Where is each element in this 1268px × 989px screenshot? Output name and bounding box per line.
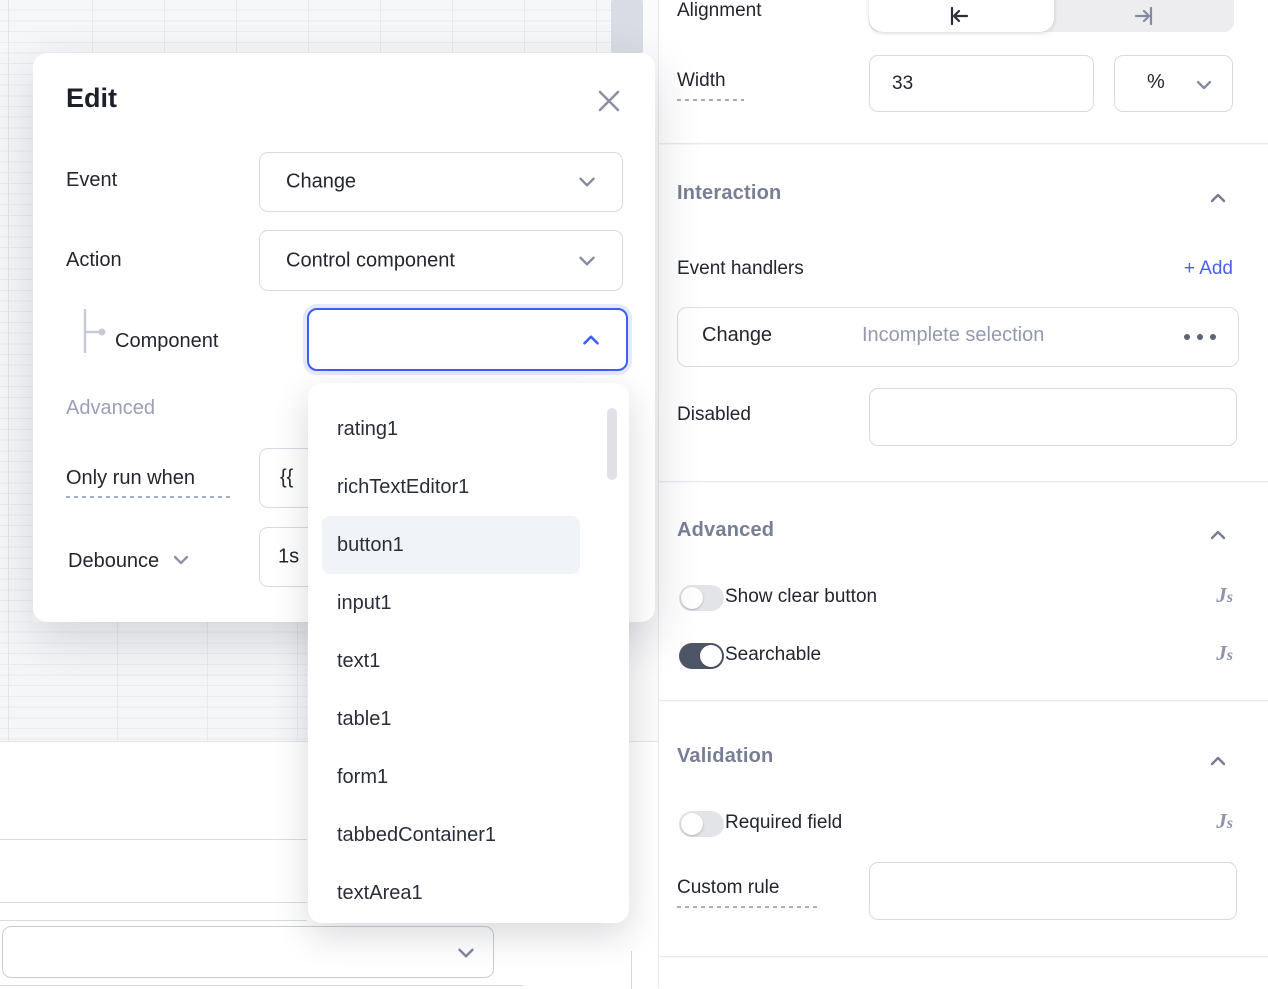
component-dropdown-list: rating1 richTextEditor1 button1 input1 t…: [308, 383, 629, 923]
only-run-when-underline: [66, 496, 233, 498]
event-select-value: Change: [286, 171, 356, 194]
canvas-line: [0, 902, 307, 903]
chevron-down-icon[interactable]: [169, 548, 193, 572]
advanced-section-label: Advanced: [66, 397, 155, 420]
chevron-down-icon: [1192, 73, 1216, 97]
more-options-icon[interactable]: [1184, 334, 1216, 340]
section-title-interaction: Interaction: [677, 182, 781, 205]
canvas-line: [0, 839, 307, 840]
chevron-down-icon: [574, 169, 600, 195]
debounce-value: 1s: [278, 546, 299, 569]
add-event-handler-button[interactable]: + Add: [1184, 258, 1233, 280]
event-label: Event: [66, 169, 117, 192]
custom-rule-input[interactable]: [869, 862, 1237, 920]
custom-rule-underline: [677, 906, 819, 908]
width-label: Width: [677, 70, 726, 92]
only-run-when-label: Only run when: [66, 467, 195, 490]
chevron-down-icon: [574, 248, 600, 274]
modal-title: Edit: [66, 83, 117, 114]
show-clear-button-toggle[interactable]: [679, 585, 724, 611]
searchable-label: Searchable: [725, 644, 821, 666]
list-item[interactable]: text1: [308, 632, 629, 690]
collapse-interaction-button[interactable]: [1206, 186, 1230, 210]
event-select[interactable]: Change: [259, 152, 623, 212]
action-select-value: Control component: [286, 249, 455, 272]
align-right-button[interactable]: [1132, 4, 1156, 28]
plus-icon: +: [1184, 258, 1195, 279]
tree-branch-icon: [81, 309, 111, 358]
section-title-advanced: Advanced: [677, 519, 774, 542]
width-input-value[interactable]: [870, 56, 1115, 111]
required-field-toggle[interactable]: [679, 811, 724, 837]
width-input[interactable]: [869, 55, 1094, 112]
align-left-button[interactable]: [947, 4, 971, 28]
only-run-when-value: {{: [280, 467, 293, 490]
required-field-label: Required field: [725, 812, 842, 834]
close-icon[interactable]: [591, 83, 627, 124]
canvas-select-component[interactable]: [2, 926, 494, 978]
dropdown-scrollbar[interactable]: [607, 408, 617, 480]
collapse-advanced-button[interactable]: [1206, 523, 1230, 547]
list-item[interactable]: table1: [308, 690, 629, 748]
js-fx-icon[interactable]: Js: [1216, 641, 1233, 666]
section-title-validation: Validation: [677, 745, 773, 768]
alignment-segmented-control: [869, 0, 1234, 32]
handler-status: Incomplete selection: [862, 324, 1044, 347]
toggle-knob: [681, 813, 703, 835]
show-clear-button-label: Show clear button: [725, 586, 877, 608]
chevron-down-icon: [453, 940, 479, 966]
divider: [659, 700, 1268, 701]
canvas-line: [0, 920, 307, 921]
searchable-toggle[interactable]: [679, 643, 724, 669]
align-left-icon: [947, 15, 971, 32]
list-item[interactable]: richTextEditor1: [308, 458, 629, 516]
debounce-label-text: Debounce: [68, 550, 159, 572]
alignment-label: Alignment: [677, 0, 762, 22]
collapse-validation-button[interactable]: [1206, 749, 1230, 773]
list-item[interactable]: input1: [308, 574, 629, 632]
app-root: Alignment Width % In: [0, 0, 1268, 988]
inspector-panel: Alignment Width % In: [658, 0, 1268, 988]
canvas-scrollbar[interactable]: [611, 0, 643, 53]
width-label-underline: [677, 99, 744, 101]
list-item-highlighted[interactable]: button1: [322, 516, 580, 574]
list-item[interactable]: form1: [308, 748, 629, 806]
custom-rule-label: Custom rule: [677, 877, 779, 899]
toggle-knob: [700, 645, 722, 667]
component-label: Component: [115, 330, 218, 353]
event-handlers-label: Event handlers: [677, 258, 804, 280]
add-button-label: Add: [1199, 258, 1233, 279]
disabled-label: Disabled: [677, 404, 751, 426]
action-label: Action: [66, 249, 122, 272]
disabled-input[interactable]: [869, 388, 1237, 446]
event-handler-row[interactable]: Change Incomplete selection: [677, 307, 1239, 367]
list-item[interactable]: textArea1: [308, 864, 629, 922]
js-fx-icon[interactable]: Js: [1216, 809, 1233, 834]
canvas-line: [631, 951, 632, 989]
action-select[interactable]: Control component: [259, 230, 623, 291]
divider: [659, 481, 1268, 482]
js-fx-icon[interactable]: Js: [1216, 583, 1233, 608]
debounce-label: Debounce: [68, 548, 193, 573]
toggle-knob: [681, 587, 703, 609]
list-item[interactable]: rating1: [308, 400, 629, 458]
width-unit-select[interactable]: %: [1114, 55, 1233, 112]
canvas-grid-bottom: [0, 622, 307, 741]
list-item[interactable]: tabbedContainer1: [308, 806, 629, 864]
canvas-line: [0, 985, 523, 986]
canvas-edge-line: [8, 0, 9, 741]
divider: [659, 956, 1268, 957]
align-right-icon: [1132, 15, 1156, 32]
handler-event-name: Change: [702, 324, 772, 347]
width-unit-value: %: [1147, 71, 1165, 94]
chevron-up-icon: [578, 327, 604, 353]
component-select[interactable]: [307, 308, 628, 371]
divider: [659, 143, 1268, 144]
